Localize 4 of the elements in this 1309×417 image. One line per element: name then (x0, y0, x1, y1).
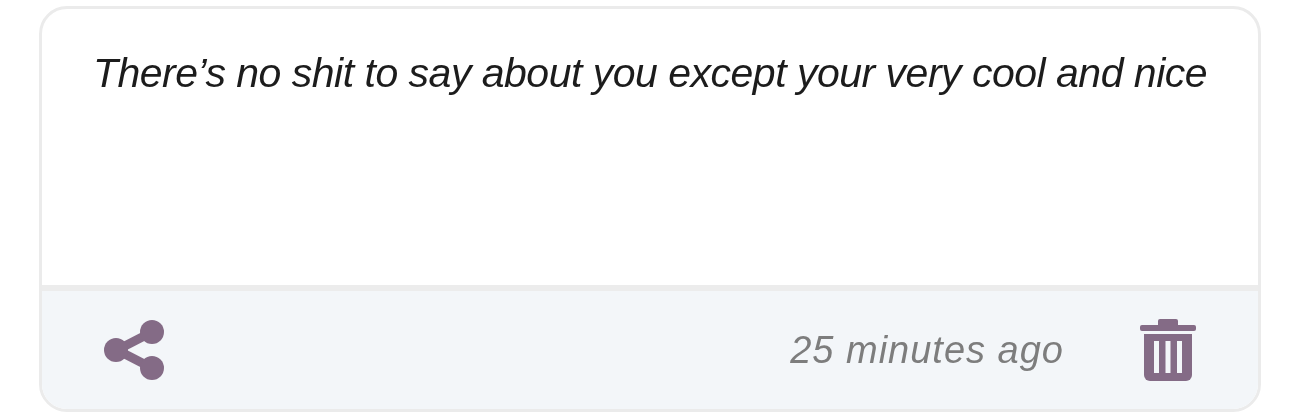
message-text: There’s no shit to say about you except your very cool and nice (92, 49, 1208, 98)
timestamp: 25 minutes ago (790, 327, 1064, 373)
share-icon[interactable] (103, 319, 165, 381)
trash-icon[interactable] (1140, 319, 1196, 381)
